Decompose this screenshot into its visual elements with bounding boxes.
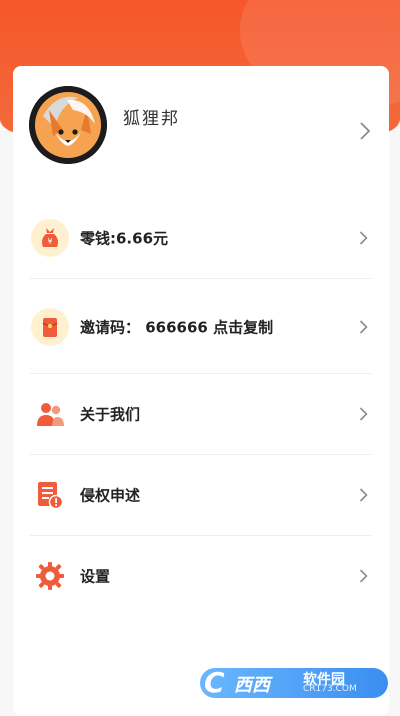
settings-label: 设置 — [80, 567, 111, 586]
invite-code-label[interactable]: 邀请码： 666666 点击复制 — [80, 317, 273, 338]
about-label: 关于我们 — [80, 405, 141, 424]
chevron-right-icon — [359, 320, 368, 334]
profile-name: 狐狸邦 — [123, 109, 180, 129]
profile-row[interactable]: 狐狸邦 — [13, 66, 389, 198]
chevron-right-icon — [359, 231, 368, 245]
watermark-name: 西西 — [234, 675, 270, 696]
chevron-right-icon — [359, 488, 368, 502]
users-icon — [30, 394, 70, 434]
fox-avatar-icon — [29, 86, 107, 164]
watermark: C 西西 软件园 CR173.COM — [200, 666, 390, 700]
complaint-label: 侵权申述 — [80, 486, 141, 505]
watermark-url: CR173.COM — [303, 684, 357, 694]
watermark-logo: C — [204, 666, 225, 699]
chevron-right-icon — [359, 407, 368, 421]
red-envelope-icon — [30, 307, 70, 347]
svg-text:¥: ¥ — [47, 237, 52, 246]
money-bag-icon: ¥ — [30, 218, 70, 258]
menu-item-settings[interactable]: 设置 — [30, 536, 372, 616]
menu-item-change[interactable]: ¥ 零钱:6.66元 — [30, 198, 372, 279]
gear-icon — [30, 556, 70, 596]
chevron-right-icon — [359, 122, 371, 140]
document-alert-icon — [30, 475, 70, 515]
avatar[interactable] — [29, 86, 107, 164]
change-label: 零钱:6.66元 — [80, 229, 169, 248]
chevron-right-icon — [359, 569, 368, 583]
menu-item-complaint[interactable]: 侵权申述 — [30, 455, 372, 536]
watermark-pill — [200, 668, 388, 698]
menu-item-invite[interactable]: 邀请码： 666666 点击复制 — [30, 281, 372, 374]
profile-card: 狐狸邦 ¥ 零钱:6.66元 邀请码： 666666 点击复制 关于我们 侵权申… — [13, 66, 389, 716]
menu-item-about[interactable]: 关于我们 — [30, 374, 372, 455]
